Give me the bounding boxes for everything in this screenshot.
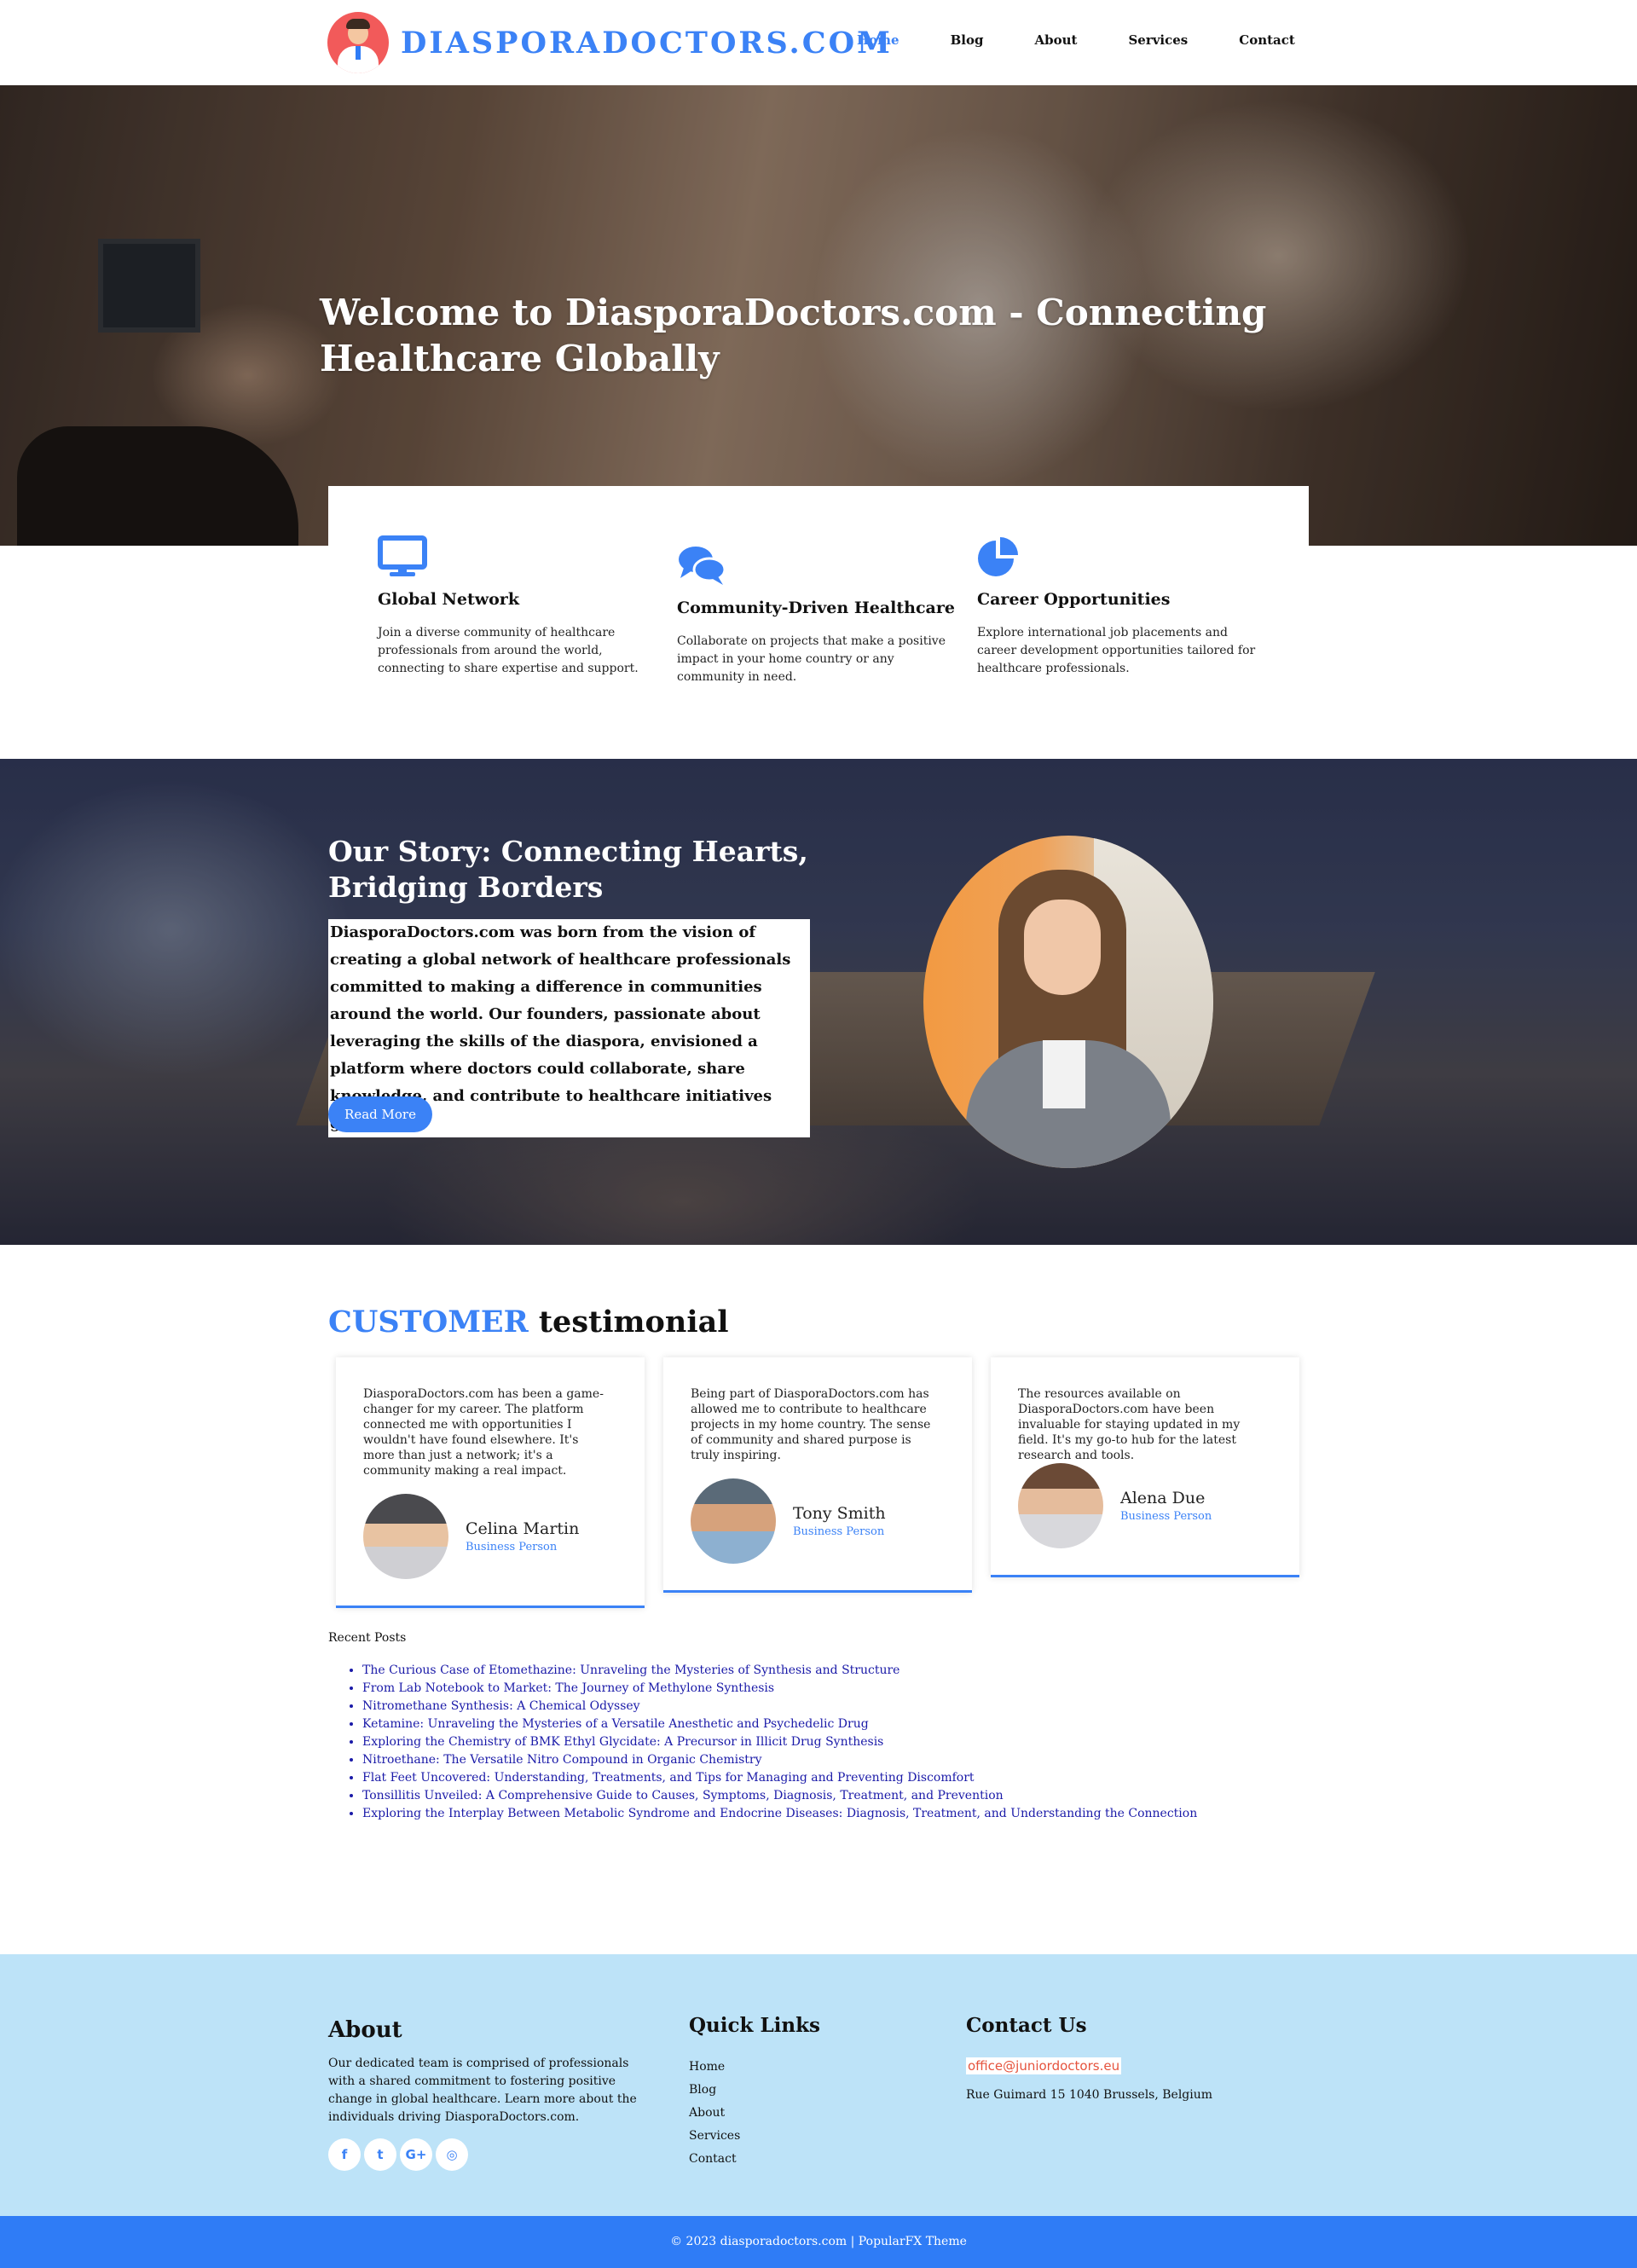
footer-link-services[interactable]: Services <box>689 2125 928 2148</box>
main-nav: Home Blog About Services Contact <box>857 32 1346 48</box>
testimonial-text: DiasporaDoctors.com has been a game-chan… <box>363 1387 604 1478</box>
hero-background-image <box>98 239 200 333</box>
site-header: DIASPORADOCTORS.COM Home Blog About Serv… <box>0 0 1637 85</box>
recent-post-link[interactable]: Exploring the Interplay Between Metaboli… <box>362 1807 1197 1820</box>
doctor-avatar-icon <box>327 12 389 73</box>
footer-quick-links: Quick Links Home Blog About Services Con… <box>689 2014 928 2171</box>
testimonial-name: Tony Smith <box>793 1504 886 1523</box>
list-item: Nitromethane Synthesis: A Chemical Odyss… <box>362 1698 1197 1715</box>
list-item: Flat Feet Uncovered: Understanding, Trea… <box>362 1769 1197 1787</box>
nav-services[interactable]: Services <box>1128 32 1188 48</box>
list-item: Exploring the Interplay Between Metaboli… <box>362 1805 1197 1823</box>
story-title: Our Story: Connecting Hearts, Bridging B… <box>328 835 808 904</box>
nav-blog[interactable]: Blog <box>951 32 984 48</box>
recent-post-link[interactable]: Flat Feet Uncovered: Understanding, Trea… <box>362 1771 975 1785</box>
testimonial-text: Being part of DiasporaDoctors.com has al… <box>691 1387 931 1462</box>
footer-contact-title: Contact Us <box>966 2014 1087 2037</box>
google-plus-icon[interactable]: G+ <box>400 2138 432 2171</box>
twitter-icon[interactable]: t <box>364 2138 396 2171</box>
footer-contact: Contact Us office@juniordoctors.eu Rue G… <box>966 2014 1324 2104</box>
feature-text: Join a diverse community of healthcare p… <box>378 626 639 675</box>
recent-post-link[interactable]: From Lab Notebook to Market: The Journey… <box>362 1681 774 1695</box>
nav-contact[interactable]: Contact <box>1239 32 1295 48</box>
recent-post-link[interactable]: Tonsillitis Unveiled: A Comprehensive Gu… <box>362 1789 1004 1802</box>
testimonial-role: Business Person <box>793 1525 885 1538</box>
our-story-section: Our Story: Connecting Hearts, Bridging B… <box>0 759 1637 1245</box>
feature-title: Global Network <box>378 590 519 609</box>
hero-banner: Welcome to DiasporaDoctors.com - Connect… <box>0 85 1637 546</box>
nav-about[interactable]: About <box>1034 32 1077 48</box>
footer-links-list: Home Blog About Services Contact <box>689 2056 928 2171</box>
facebook-icon[interactable]: f <box>328 2138 361 2171</box>
footer-link-blog[interactable]: Blog <box>689 2079 928 2102</box>
footer-link-contact[interactable]: Contact <box>689 2148 928 2171</box>
monitor-icon <box>378 535 427 576</box>
footer-about-title: About <box>328 2017 402 2043</box>
list-item: Exploring the Chemistry of BMK Ethyl Gly… <box>362 1733 1197 1751</box>
site-logo[interactable]: DIASPORADOCTORS.COM <box>327 12 893 73</box>
feature-text: Explore international job placements and… <box>977 626 1256 675</box>
testimonial-text: The resources available on DiasporaDocto… <box>1018 1387 1241 1462</box>
avatar <box>691 1478 776 1564</box>
feature-title: Career Opportunities <box>977 590 1171 609</box>
testimonial-role: Business Person <box>1120 1510 1212 1523</box>
site-logo-text: DIASPORADOCTORS.COM <box>401 25 893 61</box>
recent-posts-widget: Recent Posts The Curious Case of Etometh… <box>328 1631 1197 1823</box>
feature-community: Community-Driven Healthcare Collaborate … <box>677 544 958 686</box>
feature-global-network: Global Network Join a diverse community … <box>378 535 659 678</box>
contact-email-link[interactable]: office@juniordoctors.eu <box>966 2057 1122 2074</box>
recent-post-link[interactable]: Ketamine: Unraveling the Mysteries of a … <box>362 1717 869 1731</box>
list-item: The Curious Case of Etomethazine: Unrave… <box>362 1662 1197 1680</box>
testimonials-heading-accent: CUSTOMER <box>328 1305 529 1339</box>
footer-about: About Our dedicated team is comprised of… <box>328 2017 652 2171</box>
list-item: From Lab Notebook to Market: The Journey… <box>362 1680 1197 1698</box>
feature-career: Career Opportunities Explore internation… <box>977 535 1258 678</box>
copyright-bar: © 2023 diasporadoctors.com | PopularFX T… <box>0 2216 1637 2268</box>
nav-home[interactable]: Home <box>857 32 899 48</box>
testimonials-heading-rest: testimonial <box>538 1305 729 1339</box>
read-more-button[interactable]: Read More <box>328 1096 432 1132</box>
recent-post-link[interactable]: Nitromethane Synthesis: A Chemical Odyss… <box>362 1699 640 1713</box>
testimonials-heading: CUSTOMER testimonial <box>328 1305 729 1339</box>
avatar <box>1018 1463 1103 1548</box>
recent-posts-list: The Curious Case of Etomethazine: Unrave… <box>362 1662 1197 1823</box>
feature-title: Community-Driven Healthcare <box>677 599 955 617</box>
features-panel: Global Network Join a diverse community … <box>328 486 1309 716</box>
comments-icon <box>679 547 726 585</box>
list-item: Nitroethane: The Versatile Nitro Compoun… <box>362 1751 1197 1769</box>
social-links: f t G+ ◎ <box>328 2138 652 2171</box>
testimonial-card: The resources available on DiasporaDocto… <box>991 1357 1299 1577</box>
recent-post-link[interactable]: The Curious Case of Etomethazine: Unrave… <box>362 1663 899 1677</box>
testimonial-name: Celina Martin <box>466 1519 580 1538</box>
testimonial-name: Alena Due <box>1120 1489 1206 1507</box>
footer-link-home[interactable]: Home <box>689 2056 928 2079</box>
feature-text: Collaborate on projects that make a posi… <box>677 634 946 684</box>
contact-address: Rue Guimard 15 1040 Brussels, Belgium <box>966 2088 1213 2102</box>
founder-photo <box>923 836 1213 1168</box>
testimonial-card: DiasporaDoctors.com has been a game-chan… <box>336 1357 645 1608</box>
footer-link-about[interactable]: About <box>689 2102 928 2125</box>
testimonial-role: Business Person <box>466 1541 558 1553</box>
footer-about-text: Our dedicated team is comprised of profe… <box>328 2057 637 2124</box>
instagram-icon[interactable]: ◎ <box>436 2138 468 2171</box>
hero-title: Welcome to DiasporaDoctors.com - Connect… <box>320 292 1267 379</box>
footer-links-title: Quick Links <box>689 2014 820 2037</box>
list-item: Tonsillitis Unveiled: A Comprehensive Gu… <box>362 1787 1197 1805</box>
pie-chart-icon <box>978 537 1018 576</box>
recent-posts-heading: Recent Posts <box>328 1631 407 1645</box>
avatar <box>363 1494 448 1579</box>
list-item: Ketamine: Unraveling the Mysteries of a … <box>362 1715 1197 1733</box>
testimonial-card: Being part of DiasporaDoctors.com has al… <box>663 1357 972 1593</box>
recent-post-link[interactable]: Nitroethane: The Versatile Nitro Compoun… <box>362 1753 762 1767</box>
site-footer: About Our dedicated team is comprised of… <box>0 1954 1637 2216</box>
recent-post-link[interactable]: Exploring the Chemistry of BMK Ethyl Gly… <box>362 1735 883 1749</box>
